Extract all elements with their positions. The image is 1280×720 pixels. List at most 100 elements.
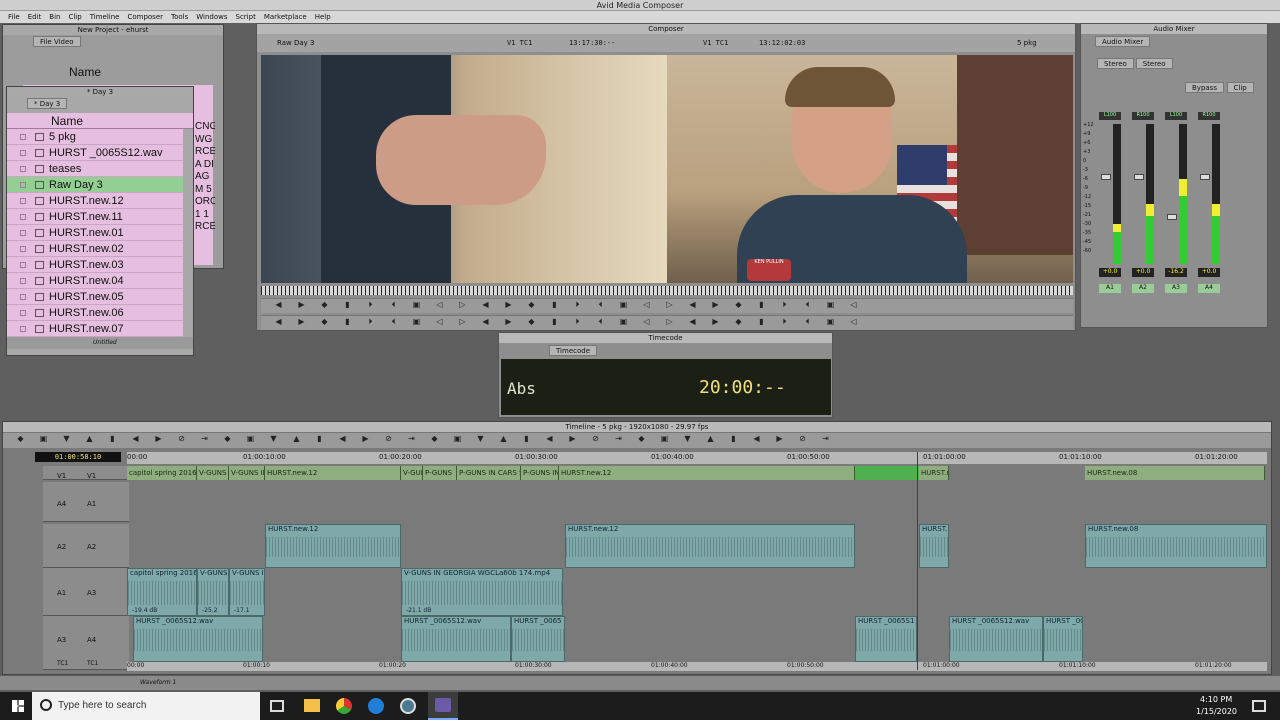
control-button-2-17[interactable]: ◁ (640, 316, 653, 327)
menu-item-bin[interactable]: Bin (49, 11, 60, 23)
clock-date[interactable]: 1/15/2020 (1196, 707, 1237, 716)
select-checkbox[interactable] (20, 310, 26, 316)
v1-selected-segment[interactable] (855, 466, 919, 480)
select-checkbox[interactable] (20, 326, 26, 332)
source-monitor[interactable] (261, 55, 667, 283)
control-button-2-6[interactable]: ⏴ (387, 316, 400, 327)
bin-item[interactable]: HURST.new.07 (7, 321, 183, 337)
control-button-1-18[interactable]: ▷ (663, 299, 676, 310)
position-bar[interactable] (261, 286, 1073, 295)
control-button-1-22[interactable]: ▮ (755, 299, 768, 310)
control-button-1-14[interactable]: ⏵ (571, 299, 584, 310)
control-button-2-15[interactable]: ⏴ (594, 316, 607, 327)
timeline-ruler[interactable]: 00:00 01:00:10:00 01:00:20:00 01:00:30:00 01… (127, 452, 1267, 464)
select-checkbox[interactable] (20, 198, 26, 204)
timeline-tool-20[interactable]: ▣ (451, 433, 464, 444)
a4-clip[interactable]: HURST _0065S12.wav (133, 616, 263, 662)
channel-label[interactable]: A3 (1165, 284, 1187, 293)
menu-item-timeline[interactable]: Timeline (90, 11, 120, 23)
clock-time[interactable]: 4:10 PM (1200, 695, 1232, 704)
channel-label[interactable]: A1 (1099, 284, 1121, 293)
timeline-tool-26[interactable]: ⊘ (589, 433, 602, 444)
timeline-tool-4[interactable]: ▲ (83, 433, 96, 444)
bin-item[interactable]: HURST.new.01 (7, 225, 183, 241)
timeline-tool-6[interactable]: ◀ (129, 433, 142, 444)
globe-icon[interactable] (400, 698, 416, 714)
bin-item[interactable]: HURST.new.03 (7, 257, 183, 273)
control-button-1-4[interactable]: ▮ (341, 299, 354, 310)
control-button-2-19[interactable]: ◀ (686, 316, 699, 327)
timeline-tool-28[interactable]: ◆ (635, 433, 648, 444)
timeline-tool-17[interactable]: ⊘ (382, 433, 395, 444)
menu-item-tools[interactable]: Tools (171, 11, 188, 23)
fader-handle[interactable] (1200, 174, 1210, 180)
control-button-1-25[interactable]: ▣ (824, 299, 837, 310)
control-button-1-13[interactable]: ▮ (548, 299, 561, 310)
select-checkbox[interactable] (20, 278, 26, 284)
a4-clip[interactable]: HURST _0065S12.wav (401, 616, 511, 662)
timeline-tool-8[interactable]: ⊘ (175, 433, 188, 444)
timeline-tool-3[interactable]: ▼ (60, 433, 73, 444)
pan-readout[interactable]: R100 (1198, 112, 1220, 120)
v1-clip[interactable]: P-GUNS (423, 466, 457, 480)
control-button-2-10[interactable]: ◀ (479, 316, 492, 327)
control-button-2-20[interactable]: ▶ (709, 316, 722, 327)
track-header[interactable]: A3 A4 (43, 616, 129, 662)
timeline-tool-24[interactable]: ◀ (543, 433, 556, 444)
stereo-mode-2[interactable]: Stereo (1135, 58, 1173, 69)
track-header[interactable]: V1 V1 (43, 466, 129, 480)
control-button-2-18[interactable]: ▷ (663, 316, 676, 327)
menu-item-composer[interactable]: Composer (127, 11, 163, 23)
pan-readout[interactable]: R100 (1132, 112, 1154, 120)
control-button-2-2[interactable]: ▶ (295, 316, 308, 327)
select-checkbox[interactable] (20, 294, 26, 300)
bin-item[interactable]: HURST.new.12 (7, 193, 183, 209)
control-button-2-11[interactable]: ▶ (502, 316, 515, 327)
bin-item[interactable]: HURST.new.05 (7, 289, 183, 305)
menu-item-file[interactable]: File (8, 11, 20, 23)
a3-clip[interactable]: capitol spring 2016 -19.4 dB (127, 568, 197, 616)
control-button-1-16[interactable]: ▣ (617, 299, 630, 310)
tab-file-video[interactable]: File Video (33, 36, 81, 47)
menu-item-clip[interactable]: Clip (68, 11, 81, 23)
v1-clip[interactable]: HURST.new.08 (1085, 466, 1265, 480)
control-button-2-25[interactable]: ▣ (824, 316, 837, 327)
v1-clip[interactable]: V-GUN (401, 466, 423, 480)
sequence-name[interactable]: 5 pkg (1017, 34, 1037, 52)
control-button-1-23[interactable]: ⏵ (778, 299, 791, 310)
tab-audio-mixer[interactable]: Audio Mixer (1095, 36, 1151, 47)
bin-item[interactable]: HURST.new.11 (7, 209, 183, 225)
timeline-tool-31[interactable]: ▲ (704, 433, 717, 444)
control-button-2-22[interactable]: ▮ (755, 316, 768, 327)
select-checkbox[interactable] (20, 150, 26, 156)
select-checkbox[interactable] (20, 246, 26, 252)
bin-item[interactable]: HURST _0065S12.wav (7, 145, 183, 161)
timecode-mode[interactable]: Abs (507, 379, 536, 398)
control-button-2-3[interactable]: ◆ (318, 316, 331, 327)
task-view-icon[interactable] (270, 700, 284, 712)
waveform-label[interactable]: Waveform 1 (140, 679, 176, 686)
track-header[interactable]: A4 A1 (43, 482, 129, 522)
control-button-1-2[interactable]: ▶ (295, 299, 308, 310)
timeline-tool-7[interactable]: ▶ (152, 433, 165, 444)
edge-icon[interactable] (368, 698, 384, 714)
select-checkbox[interactable] (20, 182, 26, 188)
timeline-tool-10[interactable]: ◆ (221, 433, 234, 444)
fader-handle[interactable] (1134, 174, 1144, 180)
fader-handle[interactable] (1167, 214, 1177, 220)
menu-item-edit[interactable]: Edit (28, 11, 42, 23)
a3-clip[interactable]: V-GUNS IN GEORGIA WGCLa60b 174.mp4 -21.1 … (401, 568, 563, 616)
timeline-tool-9[interactable]: ⇥ (198, 433, 211, 444)
timeline-tool-23[interactable]: ▮ (520, 433, 533, 444)
menu-item-script[interactable]: Script (236, 11, 256, 23)
select-checkbox[interactable] (20, 230, 26, 236)
control-button-1-17[interactable]: ◁ (640, 299, 653, 310)
control-button-1-26[interactable]: ◁ (847, 299, 860, 310)
timeline-tool-18[interactable]: ⇥ (405, 433, 418, 444)
channel-label[interactable]: A4 (1198, 284, 1220, 293)
timeline-tool-25[interactable]: ▶ (566, 433, 579, 444)
timeline-tool-14[interactable]: ▮ (313, 433, 326, 444)
v1-clip[interactable]: V-GUNS IN (229, 466, 265, 480)
timeline-tool-21[interactable]: ▼ (474, 433, 487, 444)
position-indicator[interactable] (917, 452, 918, 670)
